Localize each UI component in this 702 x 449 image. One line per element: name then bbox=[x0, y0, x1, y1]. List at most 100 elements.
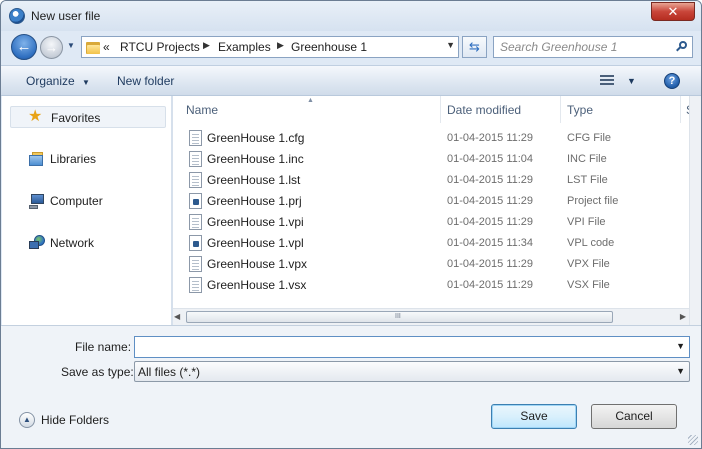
app-icon bbox=[9, 8, 25, 24]
breadcrumb-examples[interactable]: Examples bbox=[218, 40, 271, 54]
collapse-icon: ▲ bbox=[19, 412, 35, 428]
file-type: CFG File bbox=[567, 132, 611, 144]
file-date: 01-04-2015 11:29 bbox=[447, 195, 534, 207]
sidebar-item-favorites[interactable]: ★ Favorites bbox=[10, 106, 166, 128]
column-header-type[interactable]: Type bbox=[567, 103, 593, 117]
sidebar-item-label: Libraries bbox=[50, 152, 97, 166]
document-icon bbox=[189, 172, 202, 188]
back-button[interactable]: ← bbox=[11, 34, 37, 60]
file-date: 01-04-2015 11:34 bbox=[447, 237, 534, 249]
libraries-icon bbox=[29, 151, 45, 167]
window-title: New user file bbox=[31, 9, 101, 23]
navigation-pane: ★ Favorites Libraries Computer Network bbox=[2, 96, 171, 325]
column-divider[interactable] bbox=[560, 96, 561, 123]
file-row[interactable]: GreenHouse 1.prj 01-04-2015 11:29 Projec… bbox=[173, 191, 689, 212]
title-bar[interactable]: New user file ✕ bbox=[1, 1, 701, 31]
recent-pages-dropdown-icon[interactable]: ▼ bbox=[67, 41, 75, 50]
document-icon bbox=[189, 277, 202, 293]
search-placeholder: Search Greenhouse 1 bbox=[500, 40, 618, 54]
resize-grip-icon[interactable] bbox=[688, 435, 698, 445]
organize-caret-icon: ▼ bbox=[82, 78, 90, 87]
file-row[interactable]: GreenHouse 1.cfg 01-04-2015 11:29 CFG Fi… bbox=[173, 128, 689, 149]
file-type: INC File bbox=[567, 153, 607, 165]
file-name: GreenHouse 1.cfg bbox=[207, 131, 305, 145]
scroll-thumb[interactable]: III bbox=[186, 311, 613, 323]
vpl-file-icon bbox=[189, 235, 202, 251]
hide-folders-toggle[interactable]: ▲ Hide Folders bbox=[19, 411, 119, 429]
save-as-type-value: All files (*.*) bbox=[138, 365, 201, 379]
scroll-right-icon[interactable]: ▶ bbox=[680, 312, 686, 321]
scroll-left-icon[interactable]: ◀ bbox=[174, 312, 180, 321]
file-name-dropdown-icon[interactable]: ▼ bbox=[676, 341, 685, 351]
file-date: 01-04-2015 11:29 bbox=[447, 279, 534, 291]
sidebar-item-network[interactable]: Network bbox=[10, 232, 166, 254]
forward-button[interactable]: → bbox=[40, 36, 63, 59]
organize-label: Organize bbox=[26, 74, 75, 88]
file-name: GreenHouse 1.vpl bbox=[207, 236, 304, 250]
sidebar-item-label: Network bbox=[50, 236, 95, 250]
document-icon bbox=[189, 151, 202, 167]
breadcrumb-overflow-icon[interactable]: « bbox=[103, 40, 110, 54]
folder-icon bbox=[86, 40, 100, 54]
cancel-button[interactable]: Cancel bbox=[591, 404, 677, 429]
file-row[interactable]: GreenHouse 1.inc 01-04-2015 11:04 INC Fi… bbox=[173, 149, 689, 170]
change-view-icon[interactable] bbox=[600, 75, 614, 87]
file-row[interactable]: GreenHouse 1.vpx 01-04-2015 11:29 VPX Fi… bbox=[173, 254, 689, 275]
column-header-date-modified[interactable]: Date modified bbox=[447, 103, 521, 117]
file-name: GreenHouse 1.prj bbox=[207, 194, 302, 208]
save-as-type-label: Save as type: bbox=[61, 365, 134, 379]
file-date: 01-04-2015 11:29 bbox=[447, 174, 534, 186]
help-icon[interactable]: ? bbox=[664, 73, 680, 89]
file-date: 01-04-2015 11:29 bbox=[447, 132, 534, 144]
file-row[interactable]: GreenHouse 1.vpl 01-04-2015 11:34 VPL co… bbox=[173, 233, 689, 254]
view-options-dropdown-icon[interactable]: ▼ bbox=[627, 76, 636, 86]
file-type: VPX File bbox=[567, 258, 610, 270]
organize-menu[interactable]: Organize ▼ bbox=[26, 74, 90, 88]
address-bar[interactable]: « RTCU Projects ▶ Examples ▶ Greenhouse … bbox=[81, 36, 459, 58]
file-name-field[interactable]: ▼ bbox=[134, 336, 690, 358]
file-type: VPI File bbox=[567, 216, 606, 228]
save-button[interactable]: Save bbox=[491, 404, 577, 429]
file-row[interactable]: GreenHouse 1.vsx 01-04-2015 11:29 VSX Fi… bbox=[173, 275, 689, 296]
file-name-input[interactable] bbox=[137, 338, 667, 356]
close-button[interactable]: ✕ bbox=[651, 2, 695, 21]
horizontal-scrollbar[interactable]: ◀ III ▶ bbox=[173, 308, 689, 325]
network-icon bbox=[29, 235, 45, 251]
breadcrumb-separator-icon[interactable]: ▶ bbox=[277, 40, 284, 51]
file-type: VSX File bbox=[567, 279, 610, 291]
file-type: Project file bbox=[567, 195, 619, 207]
save-as-type-dropdown-icon[interactable]: ▼ bbox=[676, 366, 685, 376]
file-name: GreenHouse 1.vpx bbox=[207, 257, 308, 271]
file-type: VPL code bbox=[567, 237, 615, 249]
new-folder-button[interactable]: New folder bbox=[117, 74, 174, 88]
sidebar-item-libraries[interactable]: Libraries bbox=[10, 148, 166, 170]
sort-ascending-icon: ▲ bbox=[307, 97, 314, 104]
save-as-type-select[interactable]: All files (*.*) ▼ bbox=[134, 361, 690, 382]
computer-icon bbox=[29, 193, 45, 209]
column-header-name[interactable]: Name bbox=[186, 103, 218, 117]
document-icon bbox=[189, 130, 202, 146]
star-icon: ★ bbox=[28, 108, 43, 125]
breadcrumb-separator-icon[interactable]: ▶ bbox=[203, 40, 210, 51]
file-row[interactable]: GreenHouse 1.vpi 01-04-2015 11:29 VPI Fi… bbox=[173, 212, 689, 233]
breadcrumb-rtcu-projects[interactable]: RTCU Projects bbox=[120, 40, 200, 54]
grip-icon: III bbox=[395, 313, 401, 320]
command-toolbar: Organize ▼ New folder ▼ ? bbox=[1, 65, 701, 96]
vertical-scrollbar[interactable] bbox=[689, 96, 701, 325]
document-icon bbox=[189, 214, 202, 230]
address-dropdown-icon[interactable]: ▼ bbox=[446, 40, 455, 50]
search-icon[interactable] bbox=[676, 41, 687, 52]
refresh-button[interactable]: ⇆ bbox=[462, 36, 487, 58]
breadcrumb-greenhouse-1[interactable]: Greenhouse 1 bbox=[291, 40, 367, 54]
sidebar-item-computer[interactable]: Computer bbox=[10, 190, 166, 212]
file-date: 01-04-2015 11:29 bbox=[447, 216, 534, 228]
sidebar-item-label: Favorites bbox=[51, 111, 101, 125]
column-divider[interactable] bbox=[440, 96, 441, 123]
document-icon bbox=[189, 256, 202, 272]
search-input[interactable]: Search Greenhouse 1 bbox=[493, 36, 693, 58]
file-date: 01-04-2015 11:04 bbox=[447, 153, 534, 165]
file-name: GreenHouse 1.vpi bbox=[207, 215, 304, 229]
hide-folders-label: Hide Folders bbox=[41, 413, 110, 427]
file-row[interactable]: GreenHouse 1.lst 01-04-2015 11:29 LST Fi… bbox=[173, 170, 689, 191]
column-divider[interactable] bbox=[680, 96, 681, 123]
